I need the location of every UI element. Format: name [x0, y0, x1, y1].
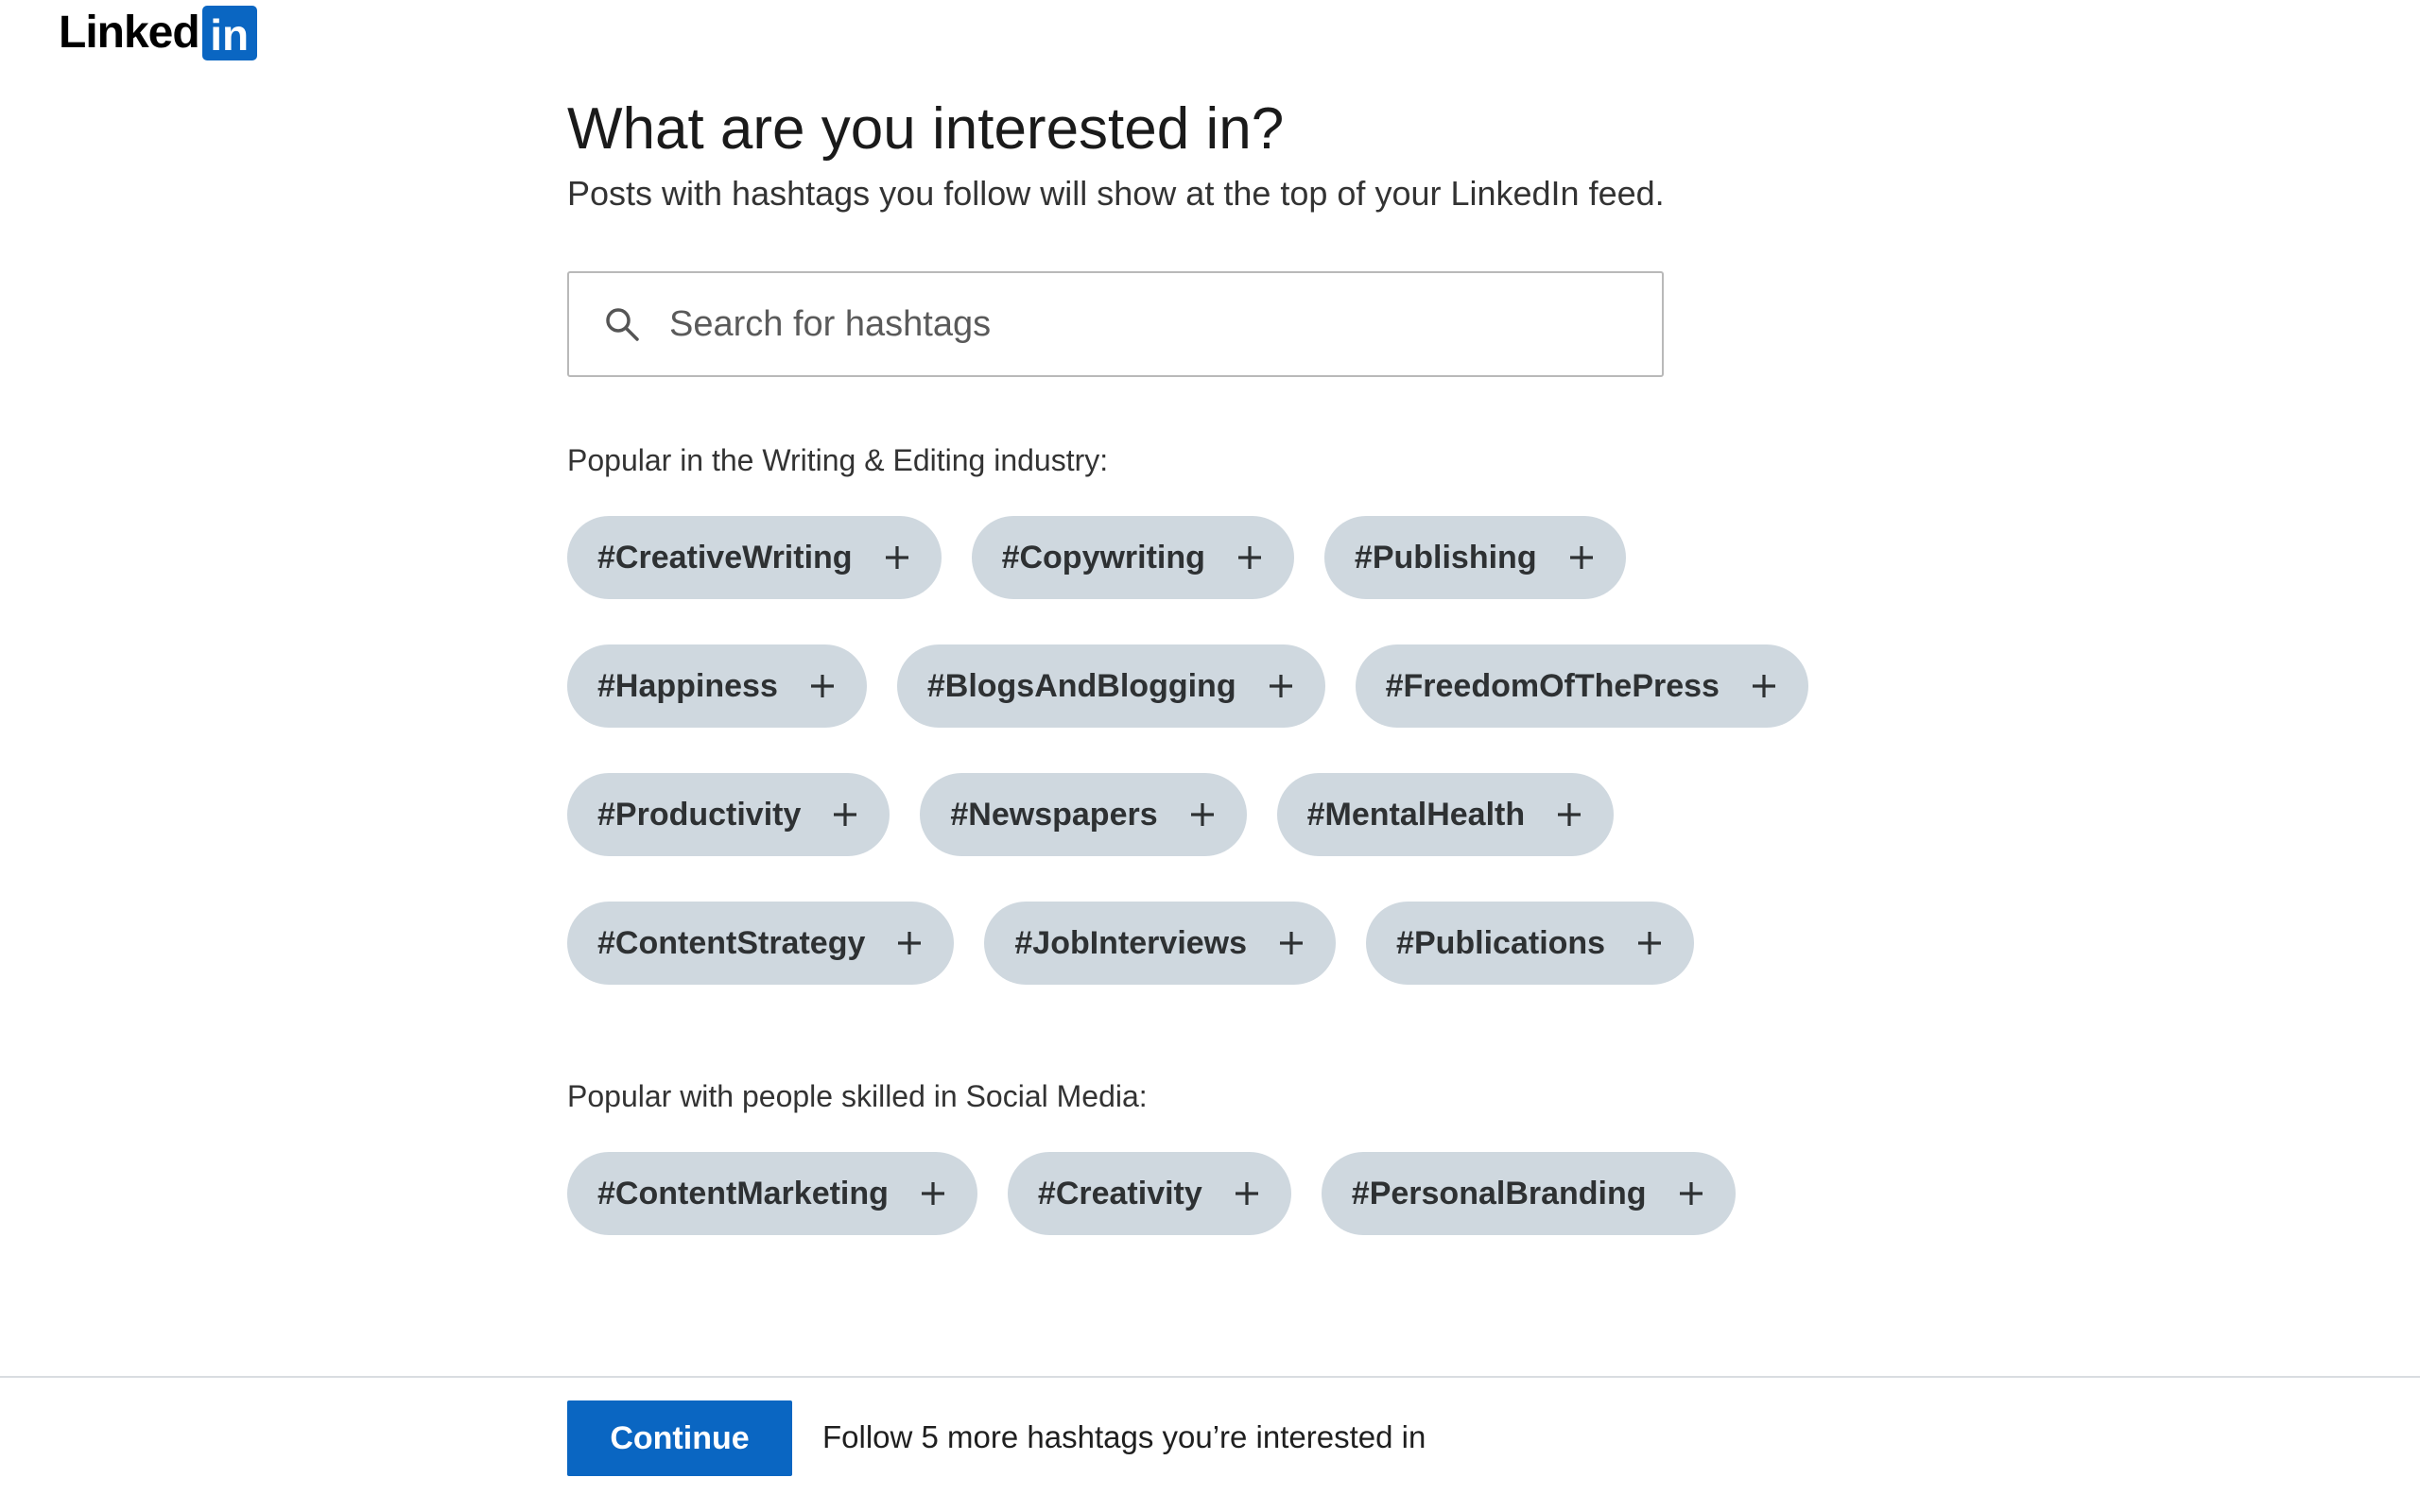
- plus-icon: [1231, 1177, 1263, 1210]
- plus-icon: [829, 799, 861, 831]
- plus-icon: [881, 541, 913, 574]
- hashtag-follow-button[interactable]: #PersonalBranding: [1321, 1152, 1736, 1236]
- hashtag-follow-button[interactable]: #FreedomOfThePress: [1355, 644, 1808, 729]
- continue-button[interactable]: Continue: [567, 1400, 792, 1476]
- hashtag-label: #FreedomOfThePress: [1385, 667, 1720, 704]
- plus-icon: [1565, 541, 1598, 574]
- plus-icon: [1748, 670, 1780, 702]
- hashtag-label: #CreativeWriting: [597, 539, 853, 576]
- hashtag-label: #Creativity: [1037, 1175, 1202, 1211]
- hashtag-follow-button[interactable]: #Copywriting: [971, 516, 1294, 600]
- hashtag-row: #ContentMarketing #Creativity #PersonalBra…: [567, 1152, 1891, 1236]
- plus-icon: [806, 670, 838, 702]
- hashtag-label: #Productivity: [597, 796, 802, 833]
- plus-icon: [1675, 1177, 1707, 1210]
- search-icon: [601, 303, 643, 345]
- page-title: What are you interested in?: [567, 96, 1285, 162]
- hashtag-follow-button[interactable]: #ContentStrategy: [567, 902, 955, 986]
- hashtag-label: #Newspapers: [950, 796, 1158, 833]
- hashtag-label: #BlogsAndBlogging: [926, 667, 1236, 704]
- plus-icon: [1553, 799, 1585, 831]
- hashtag-follow-button[interactable]: #ContentMarketing: [567, 1152, 977, 1236]
- hashtag-label: #Happiness: [597, 667, 778, 704]
- plus-icon: [1186, 799, 1219, 831]
- search-box[interactable]: [567, 271, 1664, 378]
- section-heading: Popular with people skilled in Social Me…: [567, 1079, 1148, 1114]
- hashtag-list: #ContentMarketing #Creativity #PersonalBra…: [567, 1152, 1891, 1236]
- plus-icon: [1265, 670, 1297, 702]
- hashtag-list: #CreativeWriting #Copywriting #Publishing #…: [567, 516, 1891, 986]
- hashtag-follow-button[interactable]: #Productivity: [567, 773, 890, 857]
- follow-more-note: Follow 5 more hashtags you’re interested…: [822, 1419, 1426, 1454]
- plus-icon: [1275, 927, 1307, 959]
- page-subtitle: Posts with hashtags you follow will show…: [567, 174, 1665, 214]
- hashtag-label: #Publishing: [1354, 539, 1537, 576]
- hashtag-follow-button[interactable]: #Creativity: [1007, 1152, 1291, 1236]
- linkedin-logo[interactable]: Linked in: [59, 6, 257, 60]
- search-input[interactable]: [667, 302, 1613, 346]
- hashtag-follow-button[interactable]: #Newspapers: [920, 773, 1247, 857]
- hashtag-label: #ContentMarketing: [597, 1175, 889, 1211]
- hashtag-row: #Happiness #BlogsAndBlogging #FreedomOfThe…: [567, 644, 1891, 729]
- main-content: What are you interested in? Posts with h…: [567, 94, 1891, 1280]
- hashtag-follow-button[interactable]: #CreativeWriting: [567, 516, 942, 600]
- hashtag-row: #ContentStrategy #JobInterviews #Publicati…: [567, 902, 1891, 986]
- logo-in-box: in: [201, 6, 257, 60]
- hashtag-label: #Copywriting: [1001, 539, 1205, 576]
- plus-icon: [917, 1177, 949, 1210]
- hashtag-follow-button[interactable]: #Publications: [1366, 902, 1695, 986]
- hashtag-follow-button[interactable]: #Happiness: [567, 644, 867, 729]
- section-heading: Popular in the Writing & Editing industr…: [567, 443, 1109, 478]
- hashtag-label: #PersonalBranding: [1351, 1175, 1647, 1211]
- hashtag-label: #JobInterviews: [1014, 924, 1248, 961]
- plus-icon: [1234, 541, 1266, 574]
- hashtag-sections: Popular in the Writing & Editing industr…: [567, 443, 1891, 1236]
- plus-icon: [893, 927, 925, 959]
- hashtag-label: #ContentStrategy: [597, 924, 866, 961]
- hashtag-row: #CreativeWriting #Copywriting #Publishing: [567, 516, 1891, 600]
- footer-bar: Continue Follow 5 more hashtags you’re i…: [0, 1376, 2420, 1512]
- hashtag-label: #MentalHealth: [1306, 796, 1526, 833]
- plus-icon: [1634, 927, 1666, 959]
- hashtag-row: #Productivity #Newspapers #MentalHealth: [567, 773, 1891, 857]
- hashtag-follow-button[interactable]: #JobInterviews: [984, 902, 1337, 986]
- hashtag-follow-button[interactable]: #MentalHealth: [1276, 773, 1615, 857]
- logo-wordmark: Linked: [59, 8, 200, 58]
- hashtag-follow-button[interactable]: #BlogsAndBlogging: [896, 644, 1325, 729]
- hashtag-label: #Publications: [1396, 924, 1606, 961]
- hashtag-follow-button[interactable]: #Publishing: [1323, 516, 1626, 600]
